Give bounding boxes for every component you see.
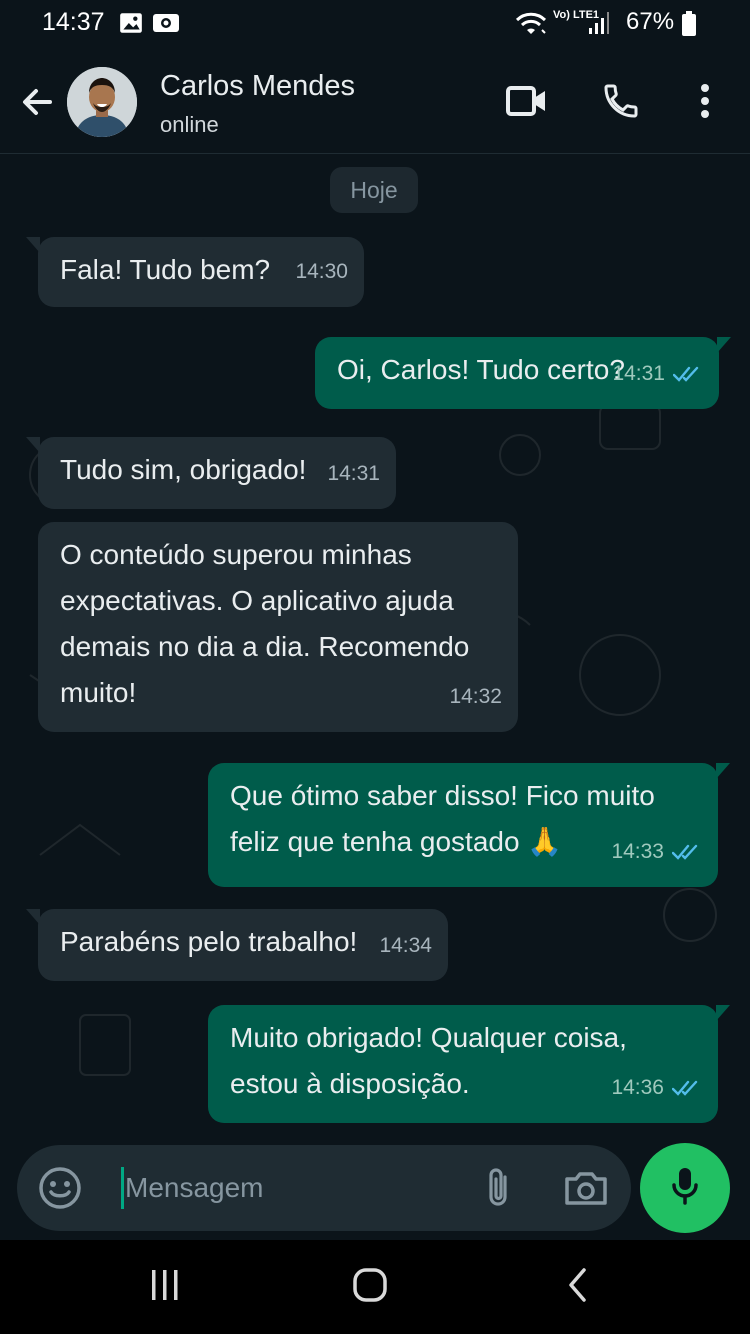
message-time: 14:30 xyxy=(295,260,348,283)
voice-call-icon xyxy=(601,81,641,126)
gallery-icon xyxy=(118,10,144,41)
message-time: 14:36 xyxy=(611,1076,664,1099)
back-arrow-icon xyxy=(16,89,60,128)
home-icon xyxy=(352,1267,388,1308)
text-cursor xyxy=(121,1167,124,1209)
message-meta: 14:31 xyxy=(612,351,703,397)
read-ticks-icon xyxy=(672,844,698,860)
read-ticks-icon xyxy=(673,366,699,382)
video-call-button[interactable] xyxy=(502,78,552,128)
message-input[interactable] xyxy=(125,1163,465,1213)
chat-area[interactable]: Hoje Fala! Tudo bem? 14:30 Oi, Carlos! T… xyxy=(0,155,750,1155)
message-time: 14:33 xyxy=(611,840,664,863)
microphone-button[interactable] xyxy=(640,1143,730,1233)
recent-apps-icon xyxy=(147,1268,183,1307)
message-time: 14:31 xyxy=(612,362,665,385)
contact-avatar[interactable] xyxy=(67,67,137,137)
attach-icon xyxy=(477,1168,523,1215)
status-time: 14:37 xyxy=(42,8,105,36)
message-incoming[interactable]: O conteúdo superou minhas expectativas. … xyxy=(38,522,518,732)
nav-back-button[interactable] xyxy=(553,1262,603,1312)
recent-apps-button[interactable] xyxy=(140,1262,190,1312)
video-call-icon xyxy=(505,84,549,123)
message-meta: 14:33 xyxy=(611,829,702,875)
nav-back-icon xyxy=(566,1267,590,1308)
back-button[interactable] xyxy=(16,80,60,124)
camera-button[interactable] xyxy=(561,1165,611,1211)
message-meta: 14:34 xyxy=(379,923,432,969)
contact-status: online xyxy=(160,112,219,137)
battery-percent: 67% xyxy=(626,8,675,35)
message-incoming[interactable]: Tudo sim, obrigado! 14:31 xyxy=(26,437,396,509)
home-button[interactable] xyxy=(345,1262,395,1312)
message-outgoing[interactable]: Que ótimo saber disso! Fico muito feliz … xyxy=(208,763,730,887)
camera-icon xyxy=(561,1172,611,1215)
message-meta: 14:32 xyxy=(449,674,502,720)
message-incoming[interactable]: Parabéns pelo trabalho! 14:34 xyxy=(26,909,448,981)
message-text: Parabéns pelo trabalho! xyxy=(60,926,358,957)
message-outgoing[interactable]: Oi, Carlos! Tudo certo? 14:31 xyxy=(315,337,731,409)
message-meta: 14:36 xyxy=(611,1065,702,1111)
message-text: O conteúdo superou minhas expectativas. … xyxy=(60,539,470,708)
signal-icon xyxy=(588,10,610,41)
microphone-icon xyxy=(665,1164,705,1213)
message-meta: 14:30 xyxy=(295,249,348,295)
read-ticks-icon xyxy=(672,1080,698,1096)
contact-name[interactable]: Carlos Mendes xyxy=(160,70,355,103)
message-time: 14:34 xyxy=(379,934,432,957)
more-options-button[interactable] xyxy=(680,78,730,128)
message-composer xyxy=(17,1145,631,1231)
status-bar: 14:37 Vo) LTE1 67% xyxy=(0,0,750,52)
chat-header: Carlos Mendes online xyxy=(0,52,750,154)
emoji-button[interactable] xyxy=(37,1165,83,1211)
message-time: 14:31 xyxy=(327,462,380,485)
more-options-icon xyxy=(699,83,711,124)
message-time: 14:32 xyxy=(449,685,502,708)
emoji-icon xyxy=(37,1167,83,1215)
battery-icon xyxy=(681,10,697,43)
message-meta: 14:31 xyxy=(327,451,380,497)
system-nav-bar xyxy=(0,1240,750,1334)
message-incoming[interactable]: Fala! Tudo bem? 14:30 xyxy=(26,237,364,307)
attach-button[interactable] xyxy=(477,1165,523,1211)
date-chip: Hoje xyxy=(330,167,418,213)
message-outgoing[interactable]: Muito obrigado! Qualquer coisa, estou à … xyxy=(208,1005,730,1123)
screen-record-icon xyxy=(152,10,180,41)
voice-call-button[interactable] xyxy=(596,78,646,128)
wifi-icon xyxy=(515,10,547,43)
